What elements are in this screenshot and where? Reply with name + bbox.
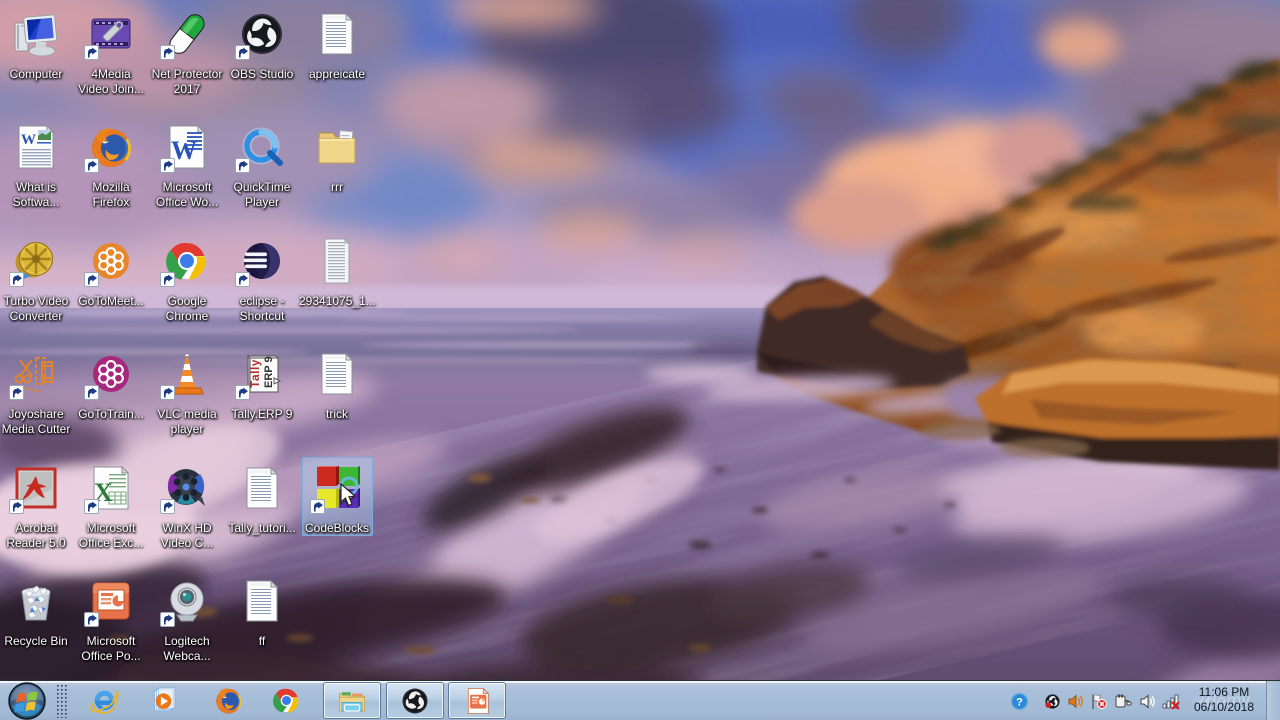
svg-text:Tally: Tally	[248, 359, 262, 388]
svg-text:ERP 9: ERP 9	[263, 356, 275, 388]
svg-text:W: W	[21, 132, 36, 148]
svg-text:?: ?	[1016, 697, 1023, 709]
